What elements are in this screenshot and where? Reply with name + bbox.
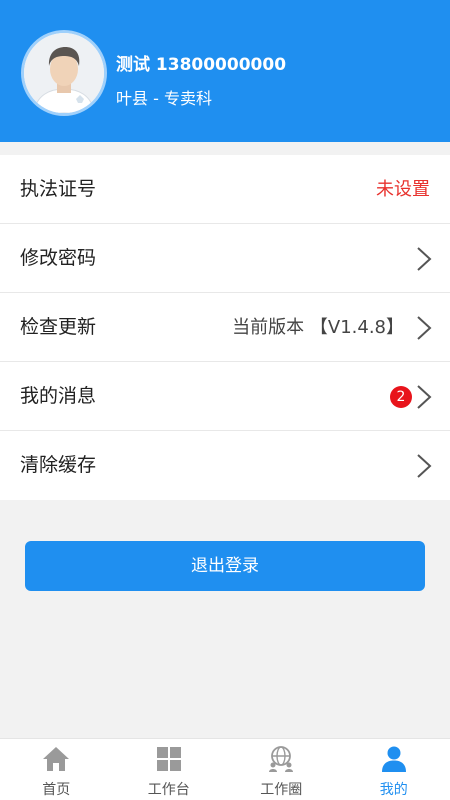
nav-label: 我的 <box>379 782 408 798</box>
grid-icon <box>155 745 183 773</box>
user-avatar-icon <box>24 33 104 113</box>
nav-item-mine[interactable]: 我的 <box>338 739 450 800</box>
current-version-value: 当前版本 【V1.4.8】 <box>232 317 404 338</box>
globe-people-icon <box>267 745 295 773</box>
user-name-phone: 测试 13800000000 <box>116 55 287 75</box>
menu-item-license-number[interactable]: 执法证号 未设置 <box>0 155 450 224</box>
profile-page: 测试 13800000000 叶县 - 专卖科 执法证号 未设置 修改密码 检查… <box>0 0 450 800</box>
nav-label: 工作圈 <box>260 782 303 798</box>
menu-item-label: 修改密码 <box>20 247 97 269</box>
nav-item-workbench[interactable]: 工作台 <box>113 739 226 800</box>
settings-menu: 执法证号 未设置 修改密码 检查更新 当前版本 【V1.4.8】 我的消息 2 … <box>0 155 450 500</box>
nav-label: 首页 <box>42 782 71 798</box>
menu-item-my-messages[interactable]: 我的消息 2 <box>0 362 450 431</box>
menu-item-label: 执法证号 <box>20 178 97 200</box>
home-icon <box>42 745 70 773</box>
logout-button[interactable]: 退出登录 <box>25 541 425 591</box>
unread-count-badge: 2 <box>390 386 412 408</box>
menu-item-label: 我的消息 <box>20 385 97 407</box>
profile-header: 测试 13800000000 叶县 - 专卖科 <box>0 0 450 142</box>
menu-item-change-password[interactable]: 修改密码 <box>0 224 450 293</box>
menu-item-label: 检查更新 <box>20 316 97 338</box>
chevron-right-icon <box>416 246 432 272</box>
nav-item-work-circle[interactable]: 工作圈 <box>225 739 338 800</box>
nav-label: 工作台 <box>147 782 190 798</box>
avatar[interactable] <box>21 30 107 116</box>
menu-item-label: 清除缓存 <box>20 454 97 476</box>
chevron-right-icon <box>416 315 432 341</box>
menu-item-clear-cache[interactable]: 清除缓存 <box>0 431 450 500</box>
license-status-value: 未设置 <box>376 179 430 200</box>
person-icon <box>380 745 408 773</box>
bottom-nav: 首页 工作台 工作圈 我的 <box>0 738 450 800</box>
menu-item-check-update[interactable]: 检查更新 当前版本 【V1.4.8】 <box>0 293 450 362</box>
nav-item-home[interactable]: 首页 <box>0 739 113 800</box>
chevron-right-icon <box>416 384 432 410</box>
user-organization: 叶县 - 专卖科 <box>116 89 212 108</box>
chevron-right-icon <box>416 453 432 479</box>
